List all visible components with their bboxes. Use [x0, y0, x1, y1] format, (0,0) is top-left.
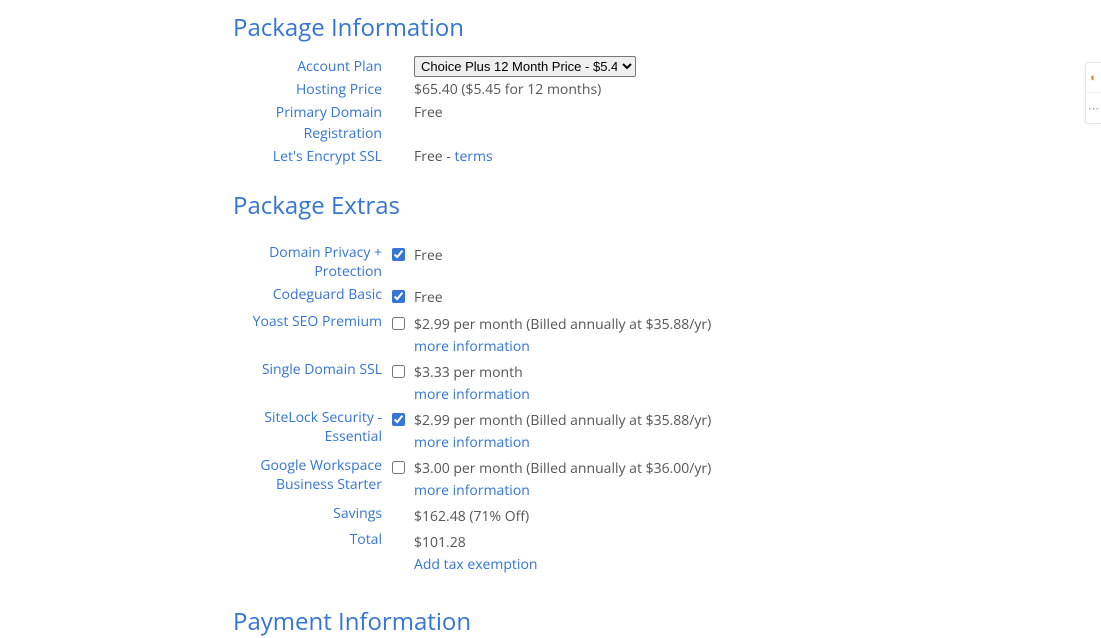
domain-privacy-row: Domain Privacy + Protection Free — [233, 244, 953, 282]
codeguard-row: Codeguard Basic Free — [233, 286, 953, 309]
yoast-row: Yoast SEO Premium $2.99 per month (Bille… — [233, 313, 953, 357]
single-ssl-more-info-link[interactable]: more information — [414, 384, 530, 405]
google-workspace-checkbox[interactable] — [392, 461, 405, 474]
single-ssl-row: Single Domain SSL $3.33 per month more i… — [233, 361, 953, 405]
side-widget-icon-top[interactable]: ◐ — [1086, 63, 1101, 93]
hosting-price-value: $65.40 ($5.45 for 12 months) — [414, 79, 601, 100]
side-widget-icon-bottom[interactable]: ⋯ — [1086, 93, 1101, 123]
google-workspace-label: Google Workspace Business Starter — [233, 457, 392, 495]
codeguard-checkbox[interactable] — [392, 290, 405, 303]
google-workspace-price: $3.00 per month (Billed annually at $36.… — [414, 459, 711, 478]
payment-information-heading: Payment Information — [233, 605, 953, 638]
codeguard-label: Codeguard Basic — [233, 286, 392, 305]
primary-domain-label: Primary Domain Registration — [233, 102, 392, 144]
terms-link[interactable]: terms — [454, 147, 492, 166]
total-label: Total — [233, 531, 392, 550]
single-ssl-checkbox[interactable] — [392, 365, 405, 378]
tax-exemption-link[interactable]: Add tax exemption — [414, 554, 537, 575]
sitelock-price: $2.99 per month (Billed annually at $35.… — [414, 411, 711, 430]
primary-domain-value: Free — [414, 102, 443, 123]
account-plan-row: Account Plan Choice Plus 12 Month Price … — [233, 56, 953, 77]
domain-privacy-label: Domain Privacy + Protection — [233, 244, 392, 282]
package-information-heading: Package Information — [233, 11, 953, 44]
yoast-label: Yoast SEO Premium — [233, 313, 392, 332]
package-extras-section: Package Extras Domain Privacy + Protecti… — [233, 189, 953, 575]
google-workspace-more-info-link[interactable]: more information — [414, 480, 711, 501]
savings-row: Savings $162.48 (71% Off) — [233, 505, 953, 527]
domain-privacy-checkbox[interactable] — [392, 248, 405, 261]
primary-domain-row: Primary Domain Registration Free — [233, 102, 953, 144]
lets-encrypt-row: Let's Encrypt SSL Free - terms — [233, 146, 953, 167]
sitelock-label: SiteLock Security - Essential — [233, 409, 392, 447]
lets-encrypt-label: Let's Encrypt SSL — [233, 146, 392, 167]
sitelock-more-info-link[interactable]: more information — [414, 432, 711, 453]
savings-label: Savings — [233, 505, 392, 524]
sitelock-checkbox[interactable] — [392, 413, 405, 426]
yoast-price: $2.99 per month (Billed annually at $35.… — [414, 315, 711, 334]
lets-encrypt-value: Free - terms — [414, 146, 493, 167]
hosting-price-row: Hosting Price $65.40 ($5.45 for 12 month… — [233, 79, 953, 100]
sitelock-row: SiteLock Security - Essential $2.99 per … — [233, 409, 953, 453]
codeguard-price: Free — [414, 286, 443, 308]
total-value: $101.28 — [414, 533, 466, 552]
package-extras-heading: Package Extras — [233, 189, 953, 222]
yoast-more-info-link[interactable]: more information — [414, 336, 711, 357]
total-row: Total $101.28 Add tax exemption — [233, 531, 953, 575]
domain-privacy-price: Free — [414, 244, 443, 266]
account-plan-label: Account Plan — [233, 56, 392, 77]
side-widget[interactable]: ◐ ⋯ — [1085, 62, 1101, 124]
single-ssl-price: $3.33 per month — [414, 363, 523, 382]
google-workspace-row: Google Workspace Business Starter $3.00 … — [233, 457, 953, 501]
savings-value: $162.48 (71% Off) — [414, 505, 529, 527]
single-ssl-label: Single Domain SSL — [233, 361, 392, 380]
hosting-price-label: Hosting Price — [233, 79, 392, 100]
package-information-section: Package Information Account Plan Choice … — [233, 11, 953, 167]
yoast-checkbox[interactable] — [392, 317, 405, 330]
account-plan-select[interactable]: Choice Plus 12 Month Price - $5.45/mo — [414, 56, 636, 77]
